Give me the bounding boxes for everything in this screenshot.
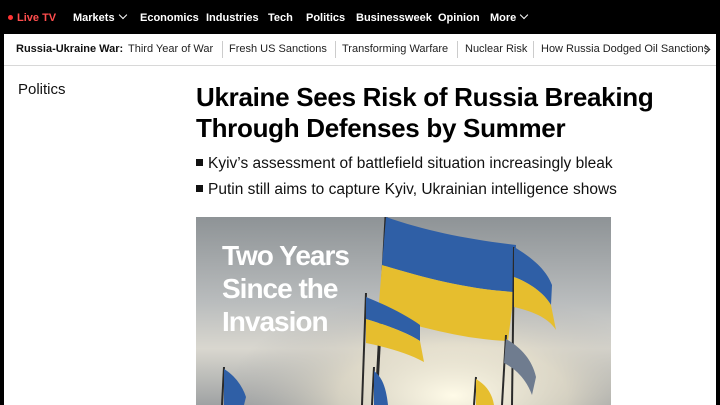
subnav-divider: [533, 41, 534, 58]
live-tv-label: Live TV: [17, 12, 57, 24]
nav-businessweek[interactable]: Businessweek: [356, 11, 432, 25]
subnav-link-warfare[interactable]: Transforming Warfare: [342, 43, 448, 55]
nav-more-label: More: [490, 12, 517, 24]
hero-text-line: Two Years: [222, 240, 350, 271]
summary-bullet: Kyiv’s assessment of battlefield situati…: [196, 151, 617, 177]
section-label[interactable]: Politics: [18, 81, 66, 98]
subnav-label: Russia-Ukraine War:: [16, 43, 124, 55]
nav-markets-label: Markets: [73, 12, 115, 24]
summary-text: Kyiv’s assessment of battlefield situati…: [208, 155, 613, 172]
nav-markets[interactable]: Markets: [73, 10, 127, 25]
subnav-link-oil[interactable]: How Russia Dodged Oil Sanctions: [541, 43, 709, 55]
nav-politics[interactable]: Politics: [306, 11, 345, 25]
chevron-down-icon: [118, 10, 127, 20]
article-summary: Kyiv’s assessment of battlefield situati…: [196, 151, 617, 203]
page-content: Russia-Ukraine War: Third Year of War Fr…: [4, 34, 716, 405]
hero-text-line: Invasion: [222, 306, 329, 337]
subnav-divider: [457, 41, 458, 58]
top-navigation: Live TV Markets Economics Industries Tec…: [0, 0, 720, 34]
subnav-link-third-year[interactable]: Third Year of War: [128, 43, 213, 55]
summary-text: Putin still aims to capture Kyiv, Ukrain…: [208, 181, 617, 198]
nav-tech[interactable]: Tech: [268, 11, 293, 25]
subnav-link-sanctions[interactable]: Fresh US Sanctions: [229, 43, 327, 55]
live-tv-link[interactable]: Live TV: [8, 11, 56, 25]
subnav-divider: [222, 41, 223, 58]
hero-text-line: Since the: [222, 273, 338, 304]
live-dot-icon: [8, 15, 13, 20]
hero-image[interactable]: Two Years Since the Invasion: [196, 217, 611, 405]
chevron-down-icon: [520, 10, 529, 20]
nav-more[interactable]: More: [490, 10, 529, 25]
subnav-divider: [335, 41, 336, 58]
nav-opinion[interactable]: Opinion: [438, 11, 480, 25]
bullet-square-icon: [196, 159, 203, 166]
nav-industries[interactable]: Industries: [206, 11, 259, 25]
summary-bullet: Putin still aims to capture Kyiv, Ukrain…: [196, 177, 617, 203]
subnav-link-nuclear[interactable]: Nuclear Risk: [465, 43, 527, 55]
headline: Ukraine Sees Risk of Russia Breaking Thr…: [196, 82, 654, 143]
nav-economics[interactable]: Economics: [140, 11, 199, 25]
story-subnav: Russia-Ukraine War: Third Year of War Fr…: [4, 34, 716, 66]
bullet-square-icon: [196, 185, 203, 192]
